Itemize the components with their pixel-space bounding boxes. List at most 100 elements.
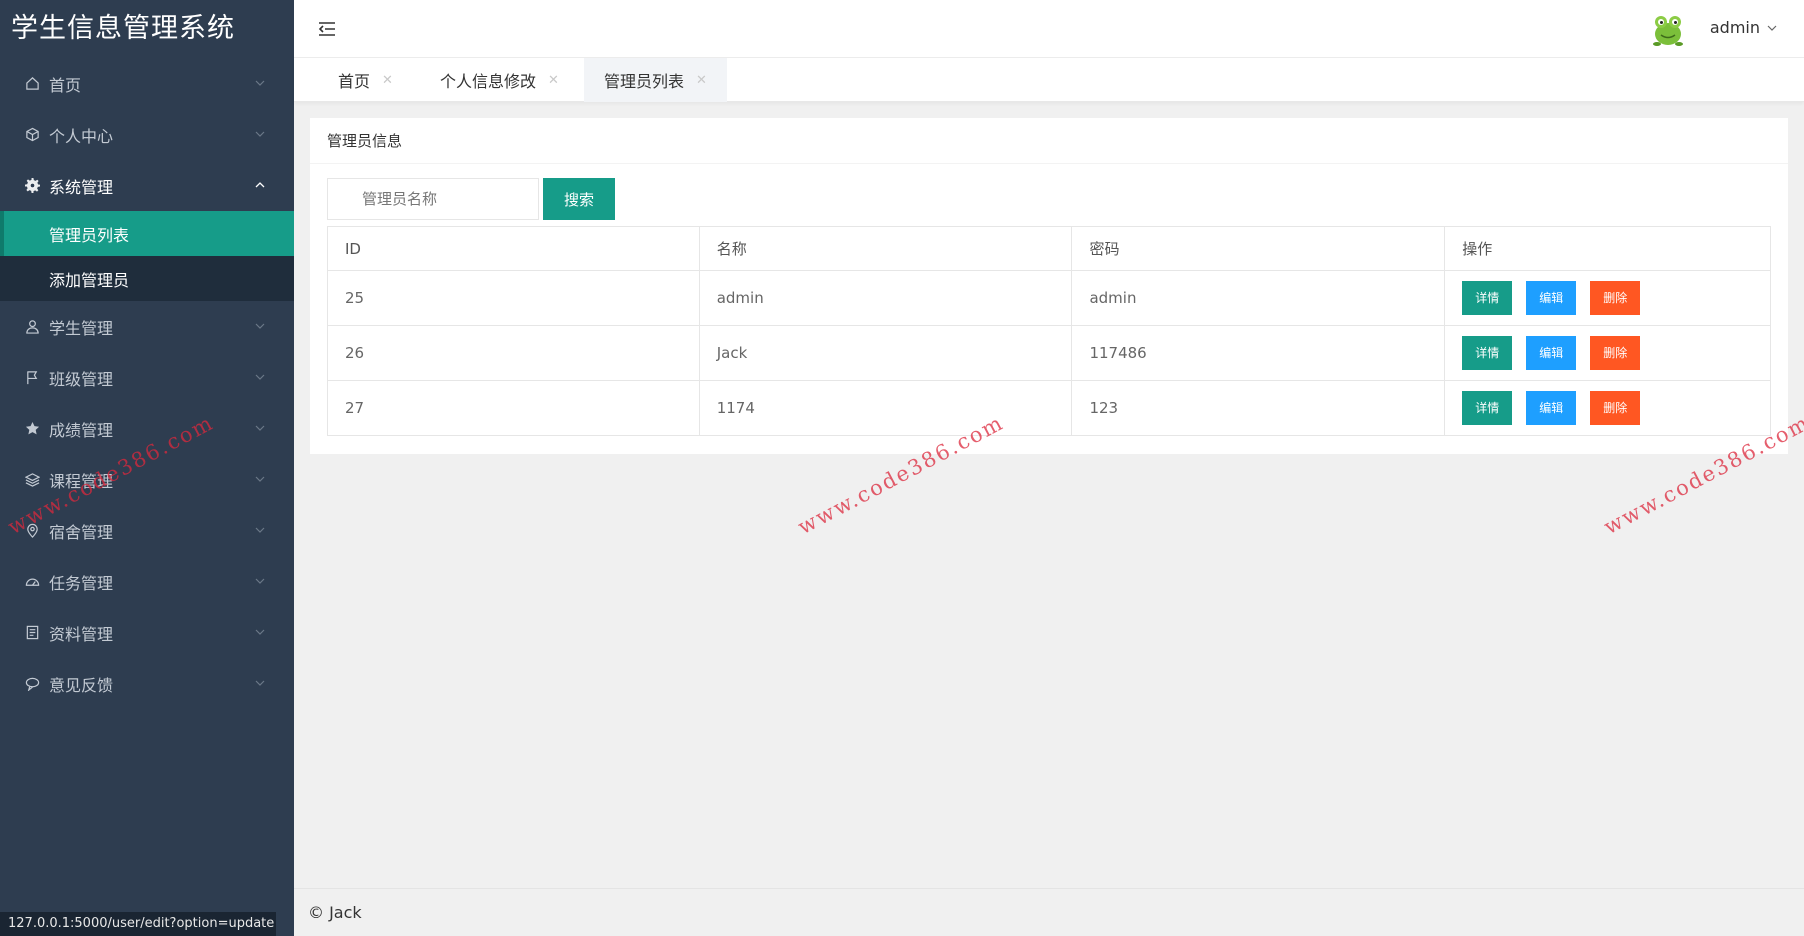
cell-actions: 详情 编辑 删除 [1444,270,1771,326]
tab-profile-edit[interactable]: 个人信息修改 ✕ [420,58,579,102]
sidebar-subitem-add-admin[interactable]: 添加管理员 [0,256,294,301]
sidebar-item-label: 成绩管理 [49,420,114,440]
admin-info-card: 管理员信息 搜索 ID 名称 密码 操作 25 admin admin [310,118,1788,454]
cell-name: 1174 [698,380,1073,436]
edit-button[interactable]: 编辑 [1526,281,1577,315]
edit-button[interactable]: 编辑 [1526,336,1577,370]
table-row: 26 Jack 117486 详情 编辑 删除 [327,325,1771,381]
user-icon [24,319,40,335]
chevron-down-icon [255,80,265,86]
chevron-down-icon[interactable] [1766,22,1778,34]
cell-actions: 详情 编辑 删除 [1444,325,1771,381]
sidebar-subitem-admin-list[interactable]: 管理员列表 [0,211,294,256]
sidebar-item-label: 学生管理 [49,318,114,338]
dashboard-icon [24,574,40,590]
tab-bar: 首页 ✕ 个人信息修改 ✕ 管理员列表 ✕ [294,58,1804,102]
cell-id: 27 [327,380,700,436]
chevron-down-icon [255,680,265,686]
footer-copyright: © Jack [308,903,362,922]
avatar[interactable] [1648,10,1688,50]
column-header-password: 密码 [1071,226,1446,271]
app-title: 学生信息管理系统 [11,13,235,44]
chevron-down-icon [255,527,265,533]
sidebar-item-class-management[interactable]: 班级管理 [0,352,294,403]
sidebar-item-dorm-management[interactable]: 宿舍管理 [0,505,294,556]
footer: © Jack [294,888,1804,936]
table-header-row: ID 名称 密码 操作 [327,226,1771,271]
sidebar-item-label: 课程管理 [49,471,114,491]
detail-button[interactable]: 详情 [1462,336,1513,370]
star-icon [24,421,40,437]
chevron-up-icon [255,182,265,188]
home-icon [24,76,40,92]
delete-button[interactable]: 删除 [1590,391,1641,425]
user-menu[interactable]: admin [1710,18,1760,37]
sidebar-item-label: 意见反馈 [49,675,114,695]
table-row: 25 admin admin 详情 编辑 删除 [327,270,1771,326]
search-input[interactable] [327,178,539,220]
delete-button[interactable]: 删除 [1590,281,1641,315]
sidebar-item-student-management[interactable]: 学生管理 [0,301,294,352]
search-button[interactable]: 搜索 [543,178,615,220]
sidebar-item-system-management[interactable]: 系统管理 [0,160,294,211]
sidebar-item-label: 个人中心 [49,126,114,146]
sidebar-item-home[interactable]: 首页 [0,58,294,109]
edit-button[interactable]: 编辑 [1526,391,1577,425]
cell-id: 26 [327,325,700,381]
cell-password: admin [1071,270,1446,326]
delete-button[interactable]: 删除 [1590,336,1641,370]
close-icon[interactable]: ✕ [696,73,707,88]
link-status-url: 127.0.0.1:5000/user/edit?option=update [0,912,276,936]
detail-button[interactable]: 详情 [1462,391,1513,425]
sidebar-item-label: 首页 [49,75,82,95]
menu-collapse-icon[interactable] [316,18,338,40]
sidebar-item-label: 任务管理 [49,573,114,593]
tab-label: 首页 [338,72,371,91]
tab-label: 管理员列表 [604,72,685,91]
submenu-system-management: 管理员列表 添加管理员 [0,211,294,301]
gear-icon [24,178,40,194]
cell-actions: 详情 编辑 删除 [1444,380,1771,436]
sidebar-item-material-management[interactable]: 资料管理 [0,607,294,658]
cell-name: admin [698,270,1073,326]
search-row: 搜索 [327,178,615,220]
app-root: 学生信息管理系统 首页 个人中心 系统管理 管理员列表 添加管理员 学生管理 班… [0,0,1804,936]
column-header-actions: 操作 [1444,226,1771,271]
document-icon [24,625,40,641]
cell-name: Jack [698,325,1073,381]
tab-label: 个人信息修改 [440,72,537,91]
sidebar-item-course-management[interactable]: 课程管理 [0,454,294,505]
chevron-down-icon [255,629,265,635]
chat-icon [24,676,40,692]
flag-icon [24,370,40,386]
sidebar-item-grade-management[interactable]: 成绩管理 [0,403,294,454]
tab-admin-list[interactable]: 管理员列表 ✕ [584,58,727,102]
column-header-id: ID [327,226,700,271]
chevron-down-icon [255,131,265,137]
sidebar-item-personal-center[interactable]: 个人中心 [0,109,294,160]
sidebar-item-feedback[interactable]: 意见反馈 [0,658,294,709]
top-header: admin [294,0,1804,58]
cell-password: 123 [1071,380,1446,436]
cell-id: 25 [327,270,700,326]
column-header-name: 名称 [698,226,1073,271]
detail-button[interactable]: 详情 [1462,281,1513,315]
sidebar-item-label: 宿舍管理 [49,522,114,542]
chevron-down-icon [255,374,265,380]
close-icon[interactable]: ✕ [548,73,559,88]
cell-password: 117486 [1071,325,1446,381]
admin-table: ID 名称 密码 操作 25 admin admin 详情 编辑 删除 26 J… [327,226,1771,436]
sidebar-item-label: 资料管理 [49,624,114,644]
chevron-down-icon [255,578,265,584]
tab-home[interactable]: 首页 ✕ [318,58,413,102]
chevron-down-icon [255,323,265,329]
sidebar: 学生信息管理系统 首页 个人中心 系统管理 管理员列表 添加管理员 学生管理 班… [0,0,294,936]
sidebar-item-label: 系统管理 [49,177,114,197]
chevron-down-icon [255,425,265,431]
sidebar-item-task-management[interactable]: 任务管理 [0,556,294,607]
location-icon [24,523,40,539]
sidebar-item-label: 班级管理 [49,369,114,389]
table-row: 27 1174 123 详情 编辑 删除 [327,380,1771,436]
layers-icon [24,472,40,488]
close-icon[interactable]: ✕ [382,73,393,88]
